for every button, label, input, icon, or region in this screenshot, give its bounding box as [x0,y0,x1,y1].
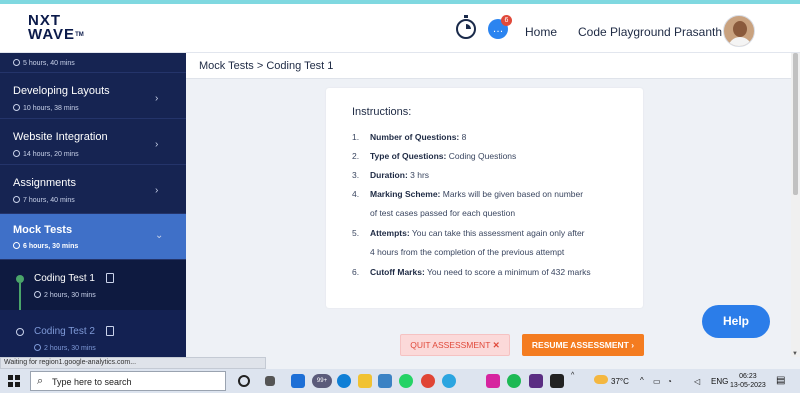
sidebar: 5 hours, 40 mins › Developing Layouts 10… [0,53,186,357]
sidebar-item-previous[interactable]: 5 hours, 40 mins › [0,53,186,73]
clock-icon [34,291,41,298]
sidebar-item-duration: 7 hours, 40 mins [23,197,75,204]
volume-icon[interactable]: ◁ [694,377,700,386]
sidebar-item-label: Assignments [13,177,76,189]
clock-date: 13-05-2023 [730,382,766,389]
status-bar: Waiting for region1.google-analytics.com… [0,357,266,369]
sub-item-duration: 2 hours, 30 mins [44,292,96,299]
pending-circle-icon [16,328,24,336]
instruction-item: 2. Type of Questions: Coding Questions [352,151,517,161]
logo-tm: TM [75,32,84,38]
chevron-right-icon: › [155,139,159,150]
task-view-icon[interactable] [265,376,275,386]
tray-chevron-icon[interactable]: ^ [640,376,644,385]
instructions-title: Instructions: [352,106,412,118]
clock-icon [13,196,20,203]
chevron-right-icon: › [155,185,159,196]
file-explorer-icon[interactable] [358,374,372,388]
sidebar-item-duration: 6 hours, 30 mins [23,243,79,250]
notifications-icon[interactable]: ▤ [776,375,785,386]
instruction-item: 6. Cutoff Marks: You need to score a mini… [352,267,591,277]
app-window: NXT WAVETM … 6 Home Code Playground Pras… [0,0,800,393]
sub-item-label: Coding Test 1 [34,273,95,284]
store-icon[interactable] [378,374,392,388]
badge-99-icon[interactable]: 99+ [312,374,332,388]
sidebar-item-label: Mock Tests [13,224,73,236]
clock-time: 06:23 [739,373,757,380]
language-indicator[interactable]: ENG [711,377,728,386]
nxtwave-logo[interactable]: NXT WAVETM [28,13,88,43]
header: NXT WAVETM … 6 Home Code Playground Pras… [0,4,800,53]
clock-icon [13,104,20,111]
weather-temp[interactable]: 37°C [611,377,629,386]
app-dark-icon[interactable] [550,374,564,388]
breadcrumb[interactable]: Mock Tests > Coding Test 1 [199,60,333,72]
chrome-icon[interactable] [421,374,435,388]
search-placeholder: Type here to search [52,377,132,387]
sidebar-item-label: Website Integration [13,131,108,143]
quit-assessment-button[interactable]: QUIT ASSESSMENT ✕ [400,334,510,356]
scrollbar-thumb[interactable] [793,53,798,195]
avatar[interactable] [723,15,755,47]
whatsapp-icon[interactable] [399,374,413,388]
sidebar-item-label: Developing Layouts [13,85,110,97]
document-icon [106,326,114,336]
sub-item-coding-test-2[interactable]: Coding Test 2 2 hours, 30 mins [0,310,186,357]
instruction-item: 3. Duration: 3 hrs [352,170,430,180]
completed-check-icon [16,275,24,283]
chevron-right-icon: › [155,93,159,104]
telegram-icon[interactable] [442,374,456,388]
scroll-down-icon[interactable]: ▼ [792,351,798,357]
edge-icon[interactable] [337,374,351,388]
spotify-icon[interactable] [507,374,521,388]
chevron-right-icon: › [631,340,635,350]
clock-icon [13,150,20,157]
app-purple-icon[interactable] [529,374,543,388]
clock-icon [34,344,41,351]
nav-home-link[interactable]: Home [525,25,557,39]
search-icon: ⌕ [37,375,44,387]
document-icon [106,273,114,283]
stopwatch-icon[interactable] [456,15,476,39]
sub-item-coding-test-1[interactable]: Coding Test 1 2 hours, 30 mins [0,260,186,310]
cortana-icon[interactable] [238,375,250,387]
taskbar: ⌕ Type here to search 99+ ^ 37°C ^ ▭ ◔ ◁… [0,369,800,393]
mail-icon[interactable] [291,374,305,388]
resume-assessment-button[interactable]: RESUME ASSESSMENT › [522,334,644,356]
sidebar-item-mock-tests[interactable]: Mock Tests 6 hours, 30 mins ⌄ [0,214,186,260]
chevron-up-icon[interactable]: ^ [571,372,574,379]
instruction-item: 5. Attempts: You can take this assessment… [352,228,585,257]
weather-icon [594,375,608,384]
notification-badge: 6 [501,15,512,26]
battery-icon: ▭ [653,377,661,386]
system-clock[interactable]: 06:23 13-05-2023 [730,372,766,390]
taskbar-search-input[interactable]: ⌕ Type here to search [30,371,226,391]
sub-item-label: Coding Test 2 [34,326,95,337]
quit-label: QUIT ASSESSMENT [410,340,491,350]
help-button[interactable]: Help [702,305,770,338]
nav-code-playground-link[interactable]: Code Playground [578,25,671,39]
scrollbar[interactable]: ▼ [791,53,800,357]
sidebar-item-duration: 5 hours, 40 mins [23,60,75,67]
instruction-item: 4. Marking Scheme: Marks will be given ba… [352,189,584,218]
instagram-icon[interactable] [486,374,500,388]
logo-line2: WAVE [28,26,76,43]
network-icon: ◔ [667,377,672,386]
chevron-down-icon: ⌄ [155,230,164,241]
clock-icon [13,242,20,249]
resume-label: RESUME ASSESSMENT [531,340,629,350]
instruction-item: 1. Number of Questions: 8 [352,132,467,142]
sidebar-item-assignments[interactable]: Assignments 7 hours, 40 mins › [0,165,186,214]
sidebar-item-website-integration[interactable]: Website Integration 14 hours, 20 mins › [0,119,186,165]
sidebar-item-duration: 10 hours, 38 mins [23,105,79,112]
close-icon: ✕ [492,340,500,350]
clock-icon [13,59,20,66]
sub-item-duration: 2 hours, 30 mins [44,345,96,352]
sidebar-item-developing-layouts[interactable]: Developing Layouts 10 hours, 38 mins › [0,73,186,119]
sidebar-item-duration: 14 hours, 20 mins [23,151,79,158]
instructions-card: Instructions: 1. Number of Questions: 8 2… [326,88,643,308]
user-name[interactable]: Prasanth [674,25,722,39]
windows-start-icon[interactable] [8,375,20,387]
breadcrumb-bar: Mock Tests > Coding Test 1 [186,53,800,79]
